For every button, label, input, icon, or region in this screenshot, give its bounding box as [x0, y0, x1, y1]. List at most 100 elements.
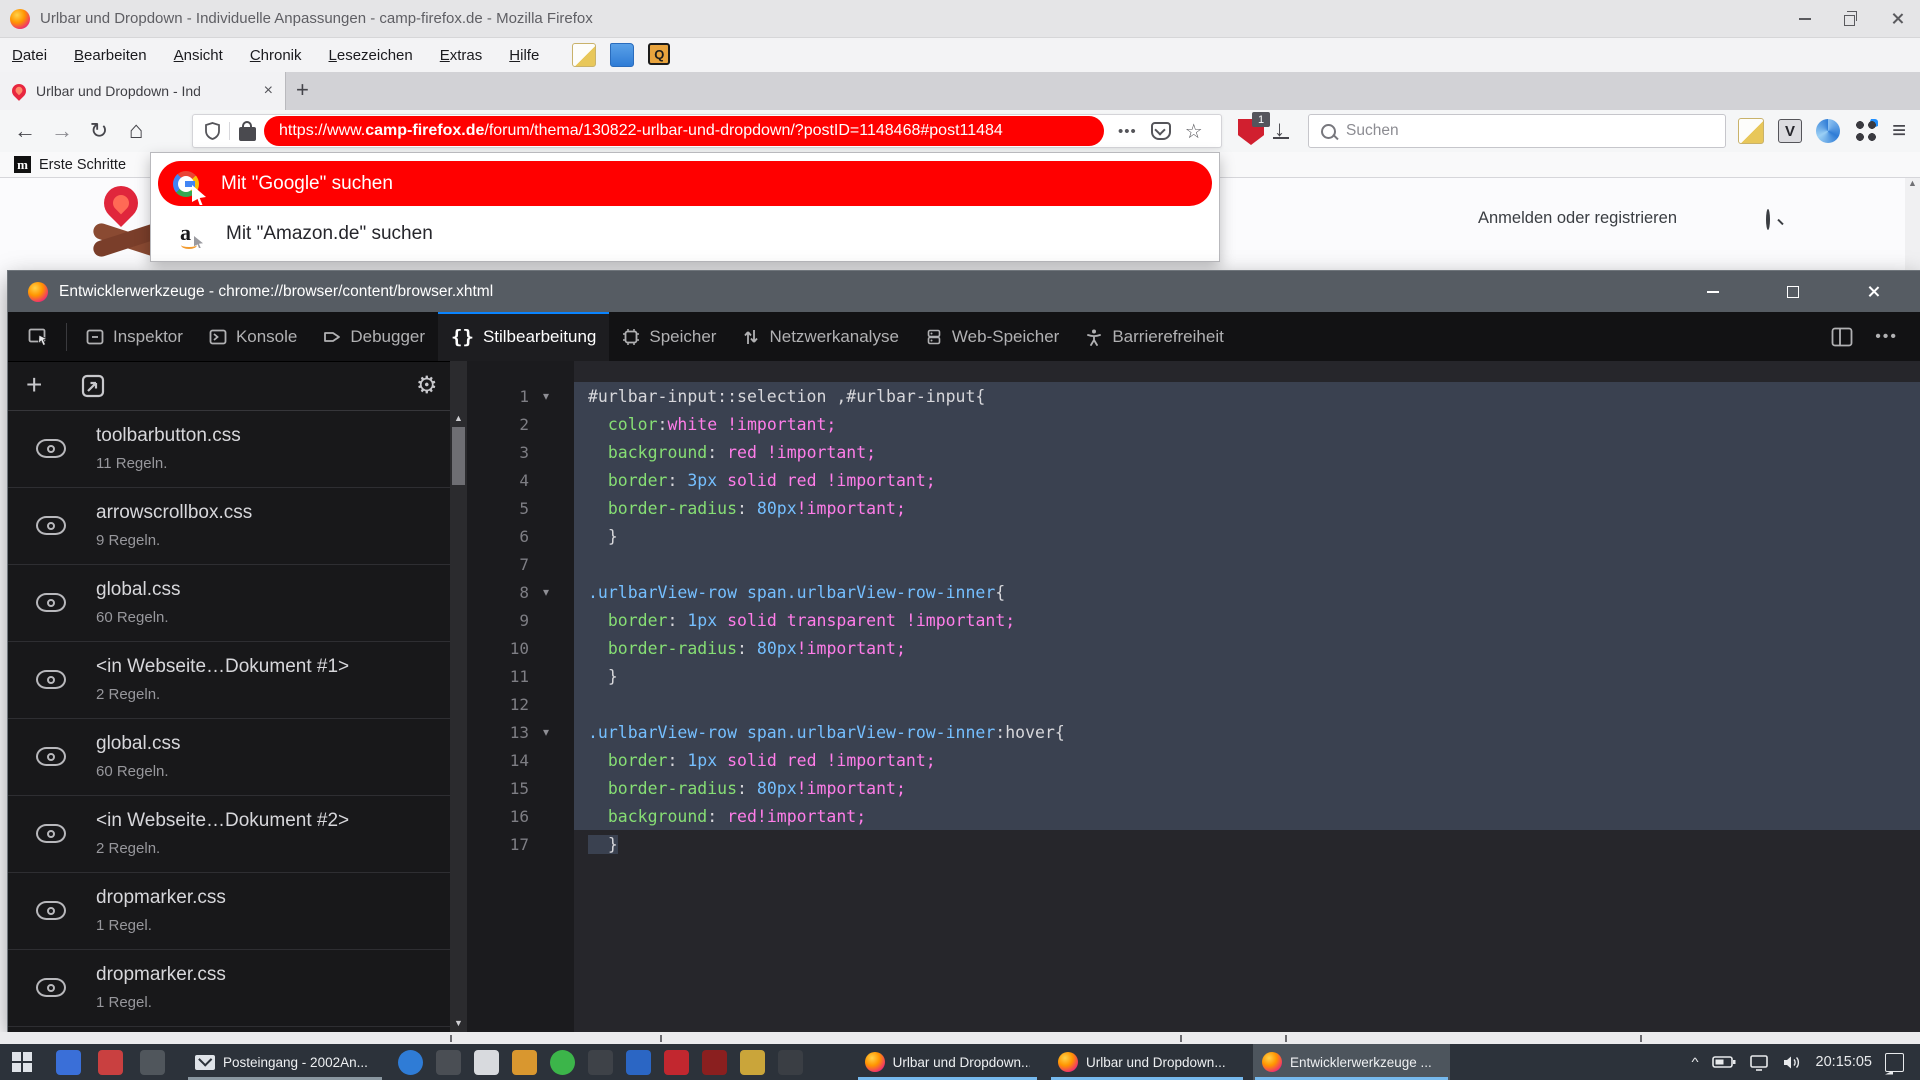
menu-ansicht[interactable]: Ansicht: [174, 47, 223, 64]
dropdown-row-amazon[interactable]: a Mit "Amazon.de" suchen: [158, 211, 1212, 257]
tab-barrierefreiheit[interactable]: Barrierefreiheit: [1072, 312, 1237, 361]
home-button[interactable]: ⌂: [119, 114, 153, 148]
scrollbar-thumb[interactable]: [452, 427, 465, 485]
visibility-eye-icon[interactable]: [36, 516, 66, 535]
action-center-icon[interactable]: [1885, 1053, 1904, 1072]
minimize-button[interactable]: [1782, 0, 1828, 37]
url-text[interactable]: https://www.camp-firefox.de/forum/thema/…: [264, 116, 1104, 146]
forward-button[interactable]: →: [45, 114, 79, 148]
back-button[interactable]: ←: [8, 114, 42, 148]
downloads-icon[interactable]: ↓: [1274, 116, 1285, 142]
code-line[interactable]: .urlbarView-row span.urlbarView-row-inne…: [574, 578, 1920, 606]
app-dark-2-icon[interactable]: [588, 1050, 613, 1075]
devtools-more-icon[interactable]: •••: [1875, 328, 1898, 346]
menu-bearbeiten[interactable]: Bearbeiten: [74, 47, 147, 64]
devtools-close-button[interactable]: [1848, 271, 1898, 312]
taskbar-button-entwicklerwerkzeuge[interactable]: Entwicklerwerkzeuge ...: [1253, 1044, 1450, 1080]
quick-launch-blue-icon[interactable]: [56, 1050, 81, 1075]
new-tab-button[interactable]: +: [296, 77, 309, 103]
code-line[interactable]: .urlbarView-row span.urlbarView-row-inne…: [574, 718, 1920, 746]
stylesheet-item[interactable]: <in Webseite…Dokument #2>2 Regeln.: [8, 796, 450, 873]
pick-element-icon[interactable]: [22, 312, 56, 361]
network-icon[interactable]: [1749, 1054, 1769, 1071]
code-editor[interactable]: #urlbar-input::selection ,#urlbar-input{…: [574, 361, 1920, 1032]
app-dark-1-icon[interactable]: [436, 1050, 461, 1075]
stylesheet-item[interactable]: dropmarker.css1 Regel.: [8, 950, 450, 1027]
tab-debugger[interactable]: Debugger: [310, 312, 438, 361]
visibility-eye-icon[interactable]: [36, 824, 66, 843]
quick-launch-dark-icon[interactable]: [140, 1050, 165, 1075]
quick-search-icon[interactable]: Q: [648, 43, 670, 65]
fold-arrow-icon[interactable]: ▾: [529, 585, 563, 599]
hamburger-menu-icon[interactable]: ≡: [1892, 119, 1906, 143]
taskbar-button-posteingang[interactable]: Posteingang - 2002An...: [186, 1044, 384, 1080]
code-line[interactable]: border: 1px solid transparent !important…: [574, 606, 1920, 634]
menu-datei[interactable]: Datei: [12, 47, 47, 64]
app-edge-icon[interactable]: [398, 1050, 423, 1075]
gear-icon[interactable]: ⚙: [416, 371, 438, 400]
code-line[interactable]: border-radius: 80px!important;: [574, 634, 1920, 662]
code-line[interactable]: border-radius: 80px!important;: [574, 774, 1920, 802]
battery-icon[interactable]: [1712, 1054, 1736, 1070]
stylesheet-item[interactable]: dropmarker.css1 Regel.: [8, 873, 450, 950]
tab-stilbearbeitung[interactable]: {} Stilbearbeitung: [438, 312, 609, 361]
split-panel-icon[interactable]: [1831, 327, 1853, 347]
dropdown-row-google[interactable]: Mit "Google" suchen: [158, 161, 1212, 206]
app-green-check-icon[interactable]: [550, 1050, 575, 1075]
bookmark-erste-schritte[interactable]: Erste Schritte: [39, 157, 126, 173]
page-scrollbar[interactable]: ▲: [1905, 178, 1920, 271]
menu-chronik[interactable]: Chronik: [250, 47, 302, 64]
tracking-shield-icon[interactable]: [205, 122, 220, 140]
taskbar-button-urlbar-2[interactable]: Urlbar und Dropdown...: [1049, 1044, 1245, 1080]
v-extension-icon[interactable]: V: [1778, 119, 1802, 143]
sidebar-scrollbar[interactable]: ▲ ▼: [450, 361, 467, 1032]
menu-hilfe[interactable]: Hilfe: [509, 47, 539, 64]
visibility-eye-icon[interactable]: [36, 901, 66, 920]
visibility-eye-icon[interactable]: [36, 747, 66, 766]
tab-close-icon[interactable]: ×: [264, 82, 273, 100]
code-line[interactable]: border: 3px solid red !important;: [574, 466, 1920, 494]
visibility-eye-icon[interactable]: [36, 439, 66, 458]
login-register-link[interactable]: Anmelden oder registrieren: [1478, 209, 1677, 228]
app-folder-icon[interactable]: [740, 1050, 765, 1075]
restore-button[interactable]: [1828, 0, 1874, 37]
clock[interactable]: 20:15:05: [1816, 1054, 1872, 1070]
app-dark-3-icon[interactable]: [778, 1050, 803, 1075]
tab-urlbar-und-dropdown[interactable]: Urlbar und Dropdown - Ind ×: [0, 72, 286, 110]
stylesheet-item[interactable]: global.css60 Regeln.: [8, 719, 450, 796]
code-line[interactable]: background: red !important;: [574, 438, 1920, 466]
page-search-icon[interactable]: [1766, 211, 1770, 229]
new-stylesheet-icon[interactable]: +: [26, 369, 42, 401]
page-actions-icon[interactable]: •••: [1118, 123, 1137, 140]
tab-web-speicher[interactable]: Web-Speicher: [912, 312, 1072, 361]
menu-lesezeichen[interactable]: Lesezeichen: [329, 47, 413, 64]
campfire-logo-flame[interactable]: [97, 179, 145, 227]
notes-extension-icon[interactable]: [1738, 118, 1764, 144]
app-orange-icon[interactable]: [512, 1050, 537, 1075]
scroll-down-icon[interactable]: ▼: [450, 1018, 467, 1028]
visibility-eye-icon[interactable]: [36, 978, 66, 997]
scroll-up-icon[interactable]: ▲: [450, 413, 467, 423]
stylesheet-item[interactable]: global.css60 Regeln.: [8, 565, 450, 642]
tray-expand-icon[interactable]: ^: [1692, 1055, 1699, 1069]
stylesheet-item[interactable]: arrowscrollbox.css9 Regeln.: [8, 488, 450, 565]
lock-icon[interactable]: [239, 127, 256, 141]
tab-inspektor[interactable]: Inspektor: [73, 312, 196, 361]
close-button[interactable]: [1874, 0, 1920, 37]
fold-arrow-icon[interactable]: ▾: [529, 725, 563, 739]
code-line[interactable]: background: red!important;: [574, 802, 1920, 830]
tab-konsole[interactable]: Konsole: [196, 312, 310, 361]
grid-extension-icon[interactable]: [1854, 119, 1878, 143]
code-line[interactable]: border-radius: 80px!important;: [574, 494, 1920, 522]
search-input[interactable]: Suchen: [1308, 114, 1726, 148]
start-button[interactable]: [12, 1052, 32, 1072]
import-stylesheet-icon[interactable]: [80, 373, 106, 399]
fold-arrow-icon[interactable]: ▾: [529, 389, 563, 403]
menu-extras[interactable]: Extras: [440, 47, 483, 64]
devtools-minimize-button[interactable]: [1688, 271, 1738, 312]
app-blue-icon[interactable]: [626, 1050, 651, 1075]
code-line[interactable]: }: [574, 662, 1920, 690]
speaker-icon[interactable]: [1782, 1054, 1803, 1071]
app-darkred-icon[interactable]: [702, 1050, 727, 1075]
visibility-eye-icon[interactable]: [36, 593, 66, 612]
